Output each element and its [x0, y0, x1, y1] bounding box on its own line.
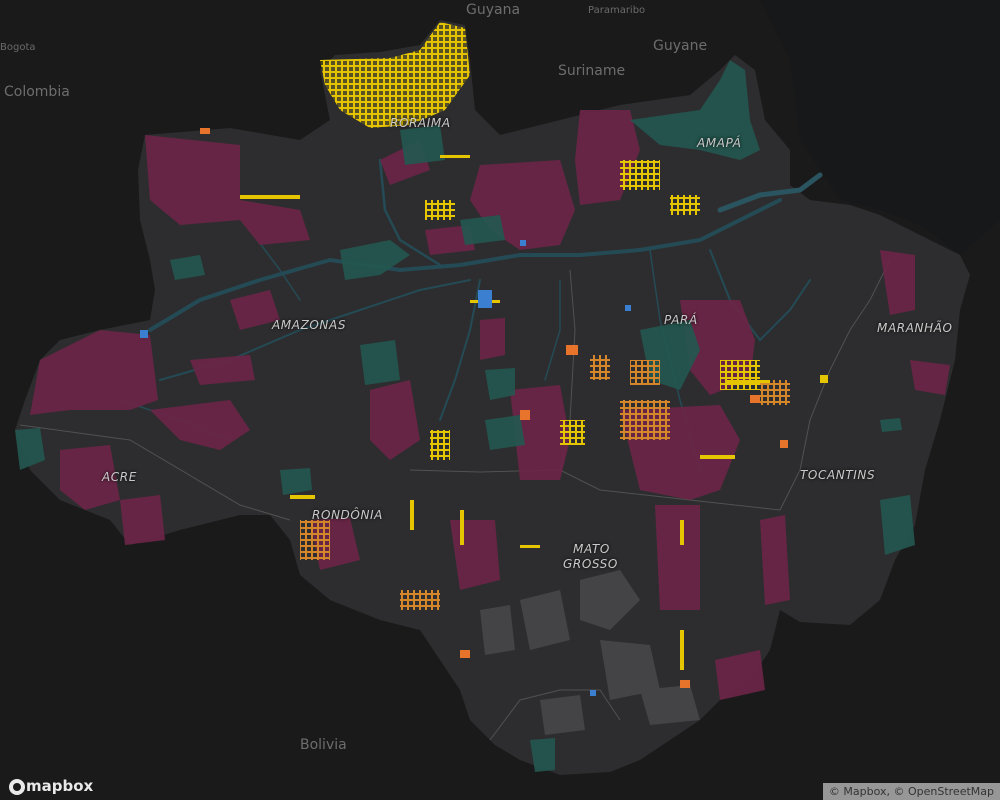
- country-label-guyane: Guyane: [653, 38, 708, 54]
- map-attribution[interactable]: © Mapbox, © OpenStreetMap: [822, 783, 1000, 800]
- state-label-amazonas: AMAZONAS: [272, 318, 347, 332]
- mapbox-logo-text: mapbox: [26, 777, 94, 795]
- state-label-tocantins: TOCANTINS: [800, 468, 876, 482]
- country-label-bolivia: Bolivia: [300, 737, 347, 753]
- city-label-paramaribo: Paramaribo: [588, 5, 646, 16]
- state-label-acre: ACRE: [102, 470, 137, 484]
- state-label-roraima: RORAIMA: [390, 116, 451, 130]
- state-label-para: PARÁ: [664, 313, 698, 327]
- map-canvas[interactable]: Guyana Suriname Guyane Colombia Bolivia …: [0, 0, 1000, 800]
- state-label-rondonia: RONDÔNIA: [312, 508, 383, 522]
- city-label-bogota: Bogota: [0, 42, 36, 53]
- state-label-mato: MATO: [573, 542, 610, 556]
- mapbox-logo[interactable]: mapbox: [6, 777, 93, 795]
- state-label-amapa: AMAPÁ: [697, 136, 742, 150]
- map-base: [0, 0, 1000, 800]
- state-label-maranhao: MARANHÃO: [877, 321, 953, 335]
- country-label-colombia: Colombia: [4, 84, 70, 100]
- state-label-grosso: GROSSO: [563, 557, 618, 571]
- country-label-suriname: Suriname: [558, 63, 626, 79]
- country-label-guyana: Guyana: [466, 2, 521, 18]
